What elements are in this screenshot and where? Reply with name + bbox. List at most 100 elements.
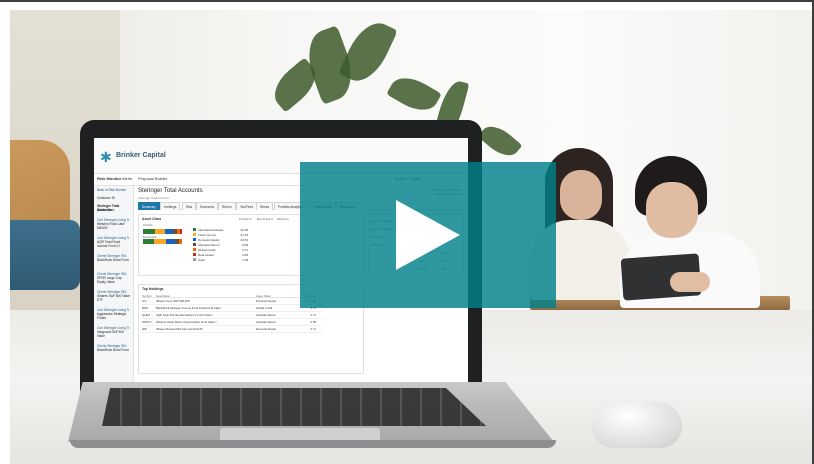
nav-alerts: Alerts: [122, 176, 133, 181]
legend-item: Absolute Return 8.08: [193, 242, 248, 247]
brand-name: Brinker Capital: [116, 152, 166, 159]
legend-item: Real Assets 4.08: [193, 252, 248, 257]
table-cell: Domestic Equity: [256, 299, 277, 303]
page-title: Steringer Total Accounts: [138, 188, 203, 194]
nav-proposal-builder: Proposal Builder: [138, 176, 168, 181]
legend-label: Real Assets: [198, 252, 214, 257]
legend-value: 1.08: [242, 257, 248, 262]
play-button[interactable]: [300, 162, 556, 308]
person-face: [560, 170, 602, 220]
sidebar-item-detail: Aggressive Strategic Funds: [97, 312, 127, 320]
table-cell: BICK: [142, 306, 149, 310]
panel-title: Top Holdings: [142, 287, 164, 291]
bar-segment: [165, 229, 173, 234]
legend-label: International Equity: [198, 227, 224, 232]
tab-tax-fees: Tax/Fees: [236, 202, 257, 210]
legend-item: Domestic Equity 20.53: [193, 237, 248, 242]
table-row: IVV iShares Core S&P 500 ETF Domestic Equi…: [142, 298, 322, 305]
bar-segment: [180, 229, 182, 234]
bar-segment: [166, 239, 175, 244]
tab-risk: Risk: [182, 202, 197, 210]
page-subtitle: Steringer Total Account: [138, 196, 169, 200]
person-hand: [670, 272, 710, 292]
sidebar-item-detail: Vanguard S&P 500 Value: [97, 330, 124, 338]
column-header: Difference: [277, 218, 289, 221]
legend-item: Fixed Income 27.03: [193, 232, 248, 237]
table-cell: WINCX: [142, 320, 152, 324]
tab-return: Return: [218, 202, 236, 210]
legend-swatch: [193, 228, 196, 231]
sidebar-item-detail: Weisbro Rock Lake MINOR: [97, 222, 125, 230]
legend-swatch: [193, 253, 196, 256]
panel-title: Asset Class: [142, 217, 162, 221]
video-player[interactable]: ✱ Brinker Capital Risk Monitor Alerts Pr…: [0, 0, 814, 464]
legend-item: Global Credit 5.71: [193, 247, 248, 252]
legend-value: 31.08: [240, 227, 248, 232]
column-header: Asset Class: [256, 294, 271, 298]
legend-swatch: [193, 238, 196, 241]
table-row: IWF iShares Russell Mid-Cap Growth ETF Dom…: [142, 326, 322, 333]
computer-mouse: [592, 402, 682, 448]
legend-value: 27.03: [240, 232, 248, 237]
table-cell: QLEIX: [142, 313, 151, 317]
column-header: Benchmark %: [257, 218, 274, 221]
tab-holdings: Holdings: [160, 202, 181, 210]
allocation-bar: [143, 239, 183, 244]
table-cell: Absolute Return: [256, 313, 277, 317]
table-cell: iShares Russell Mid-Cap Growth ETF: [156, 327, 203, 331]
customer-id-label: Customer ID: [97, 196, 115, 200]
legend-swatch: [193, 248, 196, 251]
laptop-base-edge: [70, 440, 556, 448]
legend-label: Global Credit: [198, 247, 216, 252]
table-cell: 2.08: [310, 320, 316, 324]
back-link: Back to Risk Monitor: [97, 188, 127, 192]
bar-segment: [155, 229, 165, 234]
bar-segment: [143, 229, 155, 234]
legend-value: 8.08: [242, 242, 248, 247]
tab-stress: Stress: [256, 202, 274, 210]
background-sofa: [10, 220, 80, 290]
table-row: QLEIX AQR Style Premia Alternative LV Fun…: [142, 312, 322, 319]
sidebar-item-detail: AQR Total Fixed Income Fund Cl: [97, 240, 121, 248]
table-cell: Western Asset Macro Opportunities Fund C…: [156, 320, 217, 324]
table-cell: iShares Core S&P 500 ETF: [156, 299, 191, 303]
asset-class-legend: International Equity 31.08 Fixed Income 27.…: [193, 227, 248, 262]
table-cell: IVV: [142, 299, 147, 303]
person-face: [646, 182, 698, 238]
video-poster: ✱ Brinker Capital Risk Monitor Alerts Pr…: [10, 10, 812, 464]
legend-value: 20.53: [240, 237, 248, 242]
laptop-keyboard: [102, 388, 486, 426]
table-row: BICK BlackRock Strategic Income Fund Inst…: [142, 305, 322, 312]
bar-segment: [143, 239, 154, 244]
table-cell: AQR Style Premia Alternative LV Fund Cla…: [156, 313, 213, 317]
legend-swatch: [193, 233, 196, 236]
sidebar-item-detail: iShares S&P 500 Value ETF: [97, 294, 131, 302]
legend-item: International Equity 31.08: [193, 227, 248, 232]
bar-segment: [154, 239, 166, 244]
bar-label: Portfolio: [143, 224, 153, 227]
allocation-bar: [143, 229, 183, 234]
tab-scenarios: Scenarios: [196, 202, 219, 210]
legend-label: Fixed Income: [198, 232, 217, 237]
brand-logo-icon: ✱: [100, 149, 112, 165]
legend-label: Absolute Return: [198, 242, 220, 247]
legend-value: 4.08: [242, 252, 248, 257]
legend-label: Cash: [198, 257, 206, 262]
sidebar-item-detail: BlackRock Bond Fund: [97, 258, 129, 262]
table-cell: BlackRock Strategic Income Fund Institut…: [156, 306, 221, 310]
table-cell: Domestic Equity: [256, 327, 277, 331]
nav-risk-monitor: Risk Monitor: [97, 176, 122, 181]
bar-segment: [179, 239, 182, 244]
play-icon: [396, 200, 460, 270]
legend-swatch: [193, 258, 196, 261]
sidebar-item-detail: SPDR Large Cap Equity Value: [97, 276, 122, 284]
table-row: WINCX Western Asset Macro Opportunities F…: [142, 319, 322, 326]
sidebar-item-detail: Stable Cash: [97, 208, 115, 212]
legend-label: Domestic Equity: [198, 237, 220, 242]
table-cell: Absolute Return: [256, 320, 277, 324]
tab-summary: Summary: [138, 202, 160, 210]
allocation-bars: [143, 229, 183, 253]
table-cell: Global Credit: [256, 306, 273, 310]
table-cell: 2.71: [310, 313, 316, 317]
holdings-table: Symbol Description Asset Class % of Tota…: [142, 294, 322, 333]
